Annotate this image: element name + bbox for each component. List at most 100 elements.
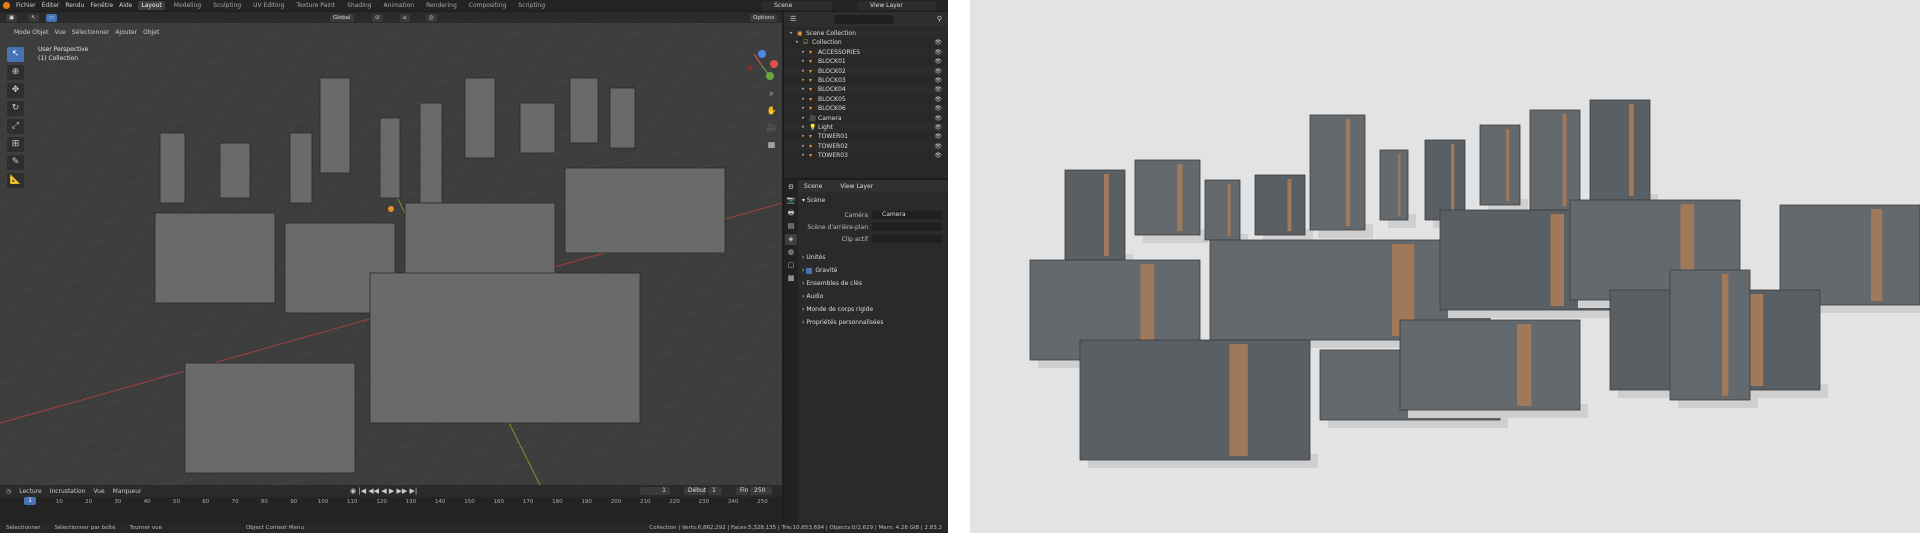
menu-help[interactable]: Aide (119, 2, 132, 9)
menu-marker[interactable]: Marqueur (113, 488, 142, 495)
tab-compositing[interactable]: Compositing (466, 1, 510, 10)
expand-icon[interactable]: ▸ (802, 67, 805, 76)
menu-select[interactable]: Sélectionner (72, 29, 110, 36)
menu-view[interactable]: Vue (55, 29, 66, 36)
snap-icon[interactable]: ⌂ (400, 14, 410, 22)
render-tab-icon[interactable]: 📷 (785, 195, 797, 206)
pan-icon[interactable]: ✋ (766, 105, 777, 116)
outliner-row[interactable]: ▸ ▾ TOWER02 👁 (784, 141, 948, 151)
tab-scripting[interactable]: Scripting (515, 1, 548, 10)
expand-icon[interactable]: ▸ (790, 29, 793, 38)
playback-controls-icon[interactable]: ◉ |◀ ◀◀ ◀ ▶ ▶▶ ▶| (350, 487, 417, 495)
select-tool-icon[interactable]: ↖ (7, 47, 24, 62)
menu-keying[interactable]: Incrustation (50, 488, 86, 495)
expand-icon[interactable]: ▸ (802, 104, 805, 113)
end-frame-field[interactable]: 250 (750, 487, 772, 495)
outliner-row[interactable]: ▸ ▾ BLOCK06 👁 (784, 104, 948, 114)
background-scene-field[interactable] (872, 223, 942, 231)
units-panel[interactable]: › Unités (802, 254, 825, 261)
expand-icon[interactable]: ▸ (802, 95, 805, 104)
active-clip-field[interactable] (872, 235, 942, 243)
visibility-icon[interactable]: 👁 (934, 76, 942, 85)
tab-uv-editing[interactable]: UV Editing (250, 1, 287, 10)
camera-view-icon[interactable]: 🎥 (766, 122, 777, 133)
expand-icon[interactable]: ▸ (802, 57, 805, 66)
visibility-icon[interactable]: 👁 (934, 132, 942, 141)
outliner-row[interactable]: ▸ ▾ BLOCK01 👁 (784, 57, 948, 66)
visibility-icon[interactable]: 👁 (934, 104, 942, 113)
visibility-icon[interactable]: 👁 (934, 85, 942, 94)
annotate-icon[interactable]: ✎ (7, 155, 24, 170)
start-frame-field[interactable]: 1 (708, 487, 722, 495)
outliner-row[interactable]: ▸ ☑ Collection 👁 (784, 38, 948, 47)
current-frame-field[interactable]: 1 (640, 487, 670, 495)
visibility-icon[interactable]: 👁 (934, 142, 942, 151)
audio-panel[interactable]: › Audio (802, 293, 823, 300)
proportional-icon[interactable]: ◎ (426, 14, 437, 22)
visibility-icon[interactable]: 👁 (934, 38, 942, 47)
move-icon[interactable]: ✥ (7, 83, 24, 98)
select-mode-icon[interactable]: ▭ (46, 14, 58, 22)
gravity-checkbox[interactable] (806, 267, 813, 274)
tab-rendering[interactable]: Rendering (423, 1, 460, 10)
expand-icon[interactable]: ▸ (802, 123, 805, 132)
options-dropdown[interactable]: Options (750, 14, 778, 22)
menu-file[interactable]: Fichier (16, 2, 36, 9)
expand-icon[interactable]: ▸ (802, 132, 805, 141)
expand-icon[interactable]: ▸ (802, 85, 805, 94)
custom-props-panel[interactable]: › Propriétés personnalisées (802, 319, 884, 326)
view-layer-selector[interactable]: View Layer (858, 1, 936, 10)
zoom-icon[interactable]: ⌕ (766, 88, 777, 99)
scene-tab-icon[interactable]: ◈ (785, 234, 797, 245)
transform-icon[interactable]: ⊞ (7, 137, 24, 152)
expand-icon[interactable]: ▸ (802, 114, 805, 123)
view-layer-tab-icon[interactable]: ▤ (785, 221, 797, 232)
pivot-icon[interactable]: ⊙ (372, 14, 383, 22)
outliner-row[interactable]: ▸ 🎥 Camera 👁 (784, 114, 948, 123)
outliner-row[interactable]: ▸ ▾ ACCESSORIES 👁 (784, 47, 948, 57)
editor-type-button[interactable]: ▣ (6, 14, 18, 22)
3d-viewport[interactable] (0, 23, 782, 485)
outliner-row[interactable]: ▸ ▾ BLOCK03 👁 (784, 76, 948, 85)
ortho-toggle-icon[interactable]: ▦ (766, 139, 777, 150)
expand-icon[interactable]: ▸ (796, 38, 799, 47)
filter-icon[interactable]: ⚲ (937, 15, 942, 23)
menu-render[interactable]: Rendu (65, 2, 84, 9)
outliner-editor-icon[interactable]: ☰ (790, 15, 796, 23)
gravity-panel[interactable]: › Gravité (802, 267, 837, 274)
outliner-row[interactable]: ▸ ▾ BLOCK04 👁 (784, 85, 948, 95)
tab-shading[interactable]: Shading (344, 1, 374, 10)
outliner-row[interactable]: ▸ ▣ Scene Collection (784, 29, 948, 38)
menu-playback[interactable]: Lecture (19, 488, 41, 495)
output-tab-icon[interactable]: 🖶 (785, 208, 797, 219)
object-tab-icon[interactable]: ▢ (785, 260, 797, 271)
scale-icon[interactable]: ⤢ (7, 119, 24, 134)
keying-sets-panel[interactable]: › Ensembles de clés (802, 280, 862, 287)
cursor-tool-icon[interactable]: ↖ (28, 14, 39, 22)
menu-timeline-view[interactable]: Vue (93, 488, 104, 495)
rotate-icon[interactable]: ↻ (7, 101, 24, 116)
menu-object[interactable]: Objet (143, 29, 159, 36)
outliner-row[interactable]: ▸ ▾ TOWER03 👁 (784, 151, 948, 160)
outliner-row[interactable]: ▸ 💡 Light 👁 (784, 123, 948, 132)
expand-icon[interactable]: ▸ (802, 151, 805, 160)
cursor-icon[interactable]: ⊕ (7, 65, 24, 80)
tab-layout[interactable]: Layout (138, 1, 165, 10)
visibility-icon[interactable]: 👁 (934, 67, 942, 76)
timeline-ruler[interactable]: 10 20 30 40 50 60 70 80 90 100 110 120 130 140 150 160 1… (0, 497, 782, 523)
visibility-icon[interactable]: 👁 (934, 151, 942, 160)
tab-sculpting[interactable]: Sculpting (210, 1, 244, 10)
expand-icon[interactable]: ▸ (802, 142, 805, 151)
outliner-row[interactable]: ▸ ▾ TOWER01 👁 (784, 132, 948, 141)
rigid-body-panel[interactable]: › Monde de corps rigide (802, 306, 873, 313)
tool-tab-icon[interactable]: ⚙ (785, 182, 797, 193)
tab-modeling[interactable]: Modeling (171, 1, 204, 10)
measure-icon[interactable]: 📐 (7, 173, 24, 188)
visibility-icon[interactable]: 👁 (934, 48, 942, 57)
menu-window[interactable]: Fenêtre (90, 2, 113, 9)
outliner-search-input[interactable] (834, 15, 894, 24)
world-tab-icon[interactable]: ◍ (785, 247, 797, 258)
tab-texture-paint[interactable]: Texture Paint (293, 1, 338, 10)
expand-icon[interactable]: ▸ (802, 48, 805, 57)
outliner-row[interactable]: ▸ ▾ BLOCK02 👁 (784, 66, 948, 76)
